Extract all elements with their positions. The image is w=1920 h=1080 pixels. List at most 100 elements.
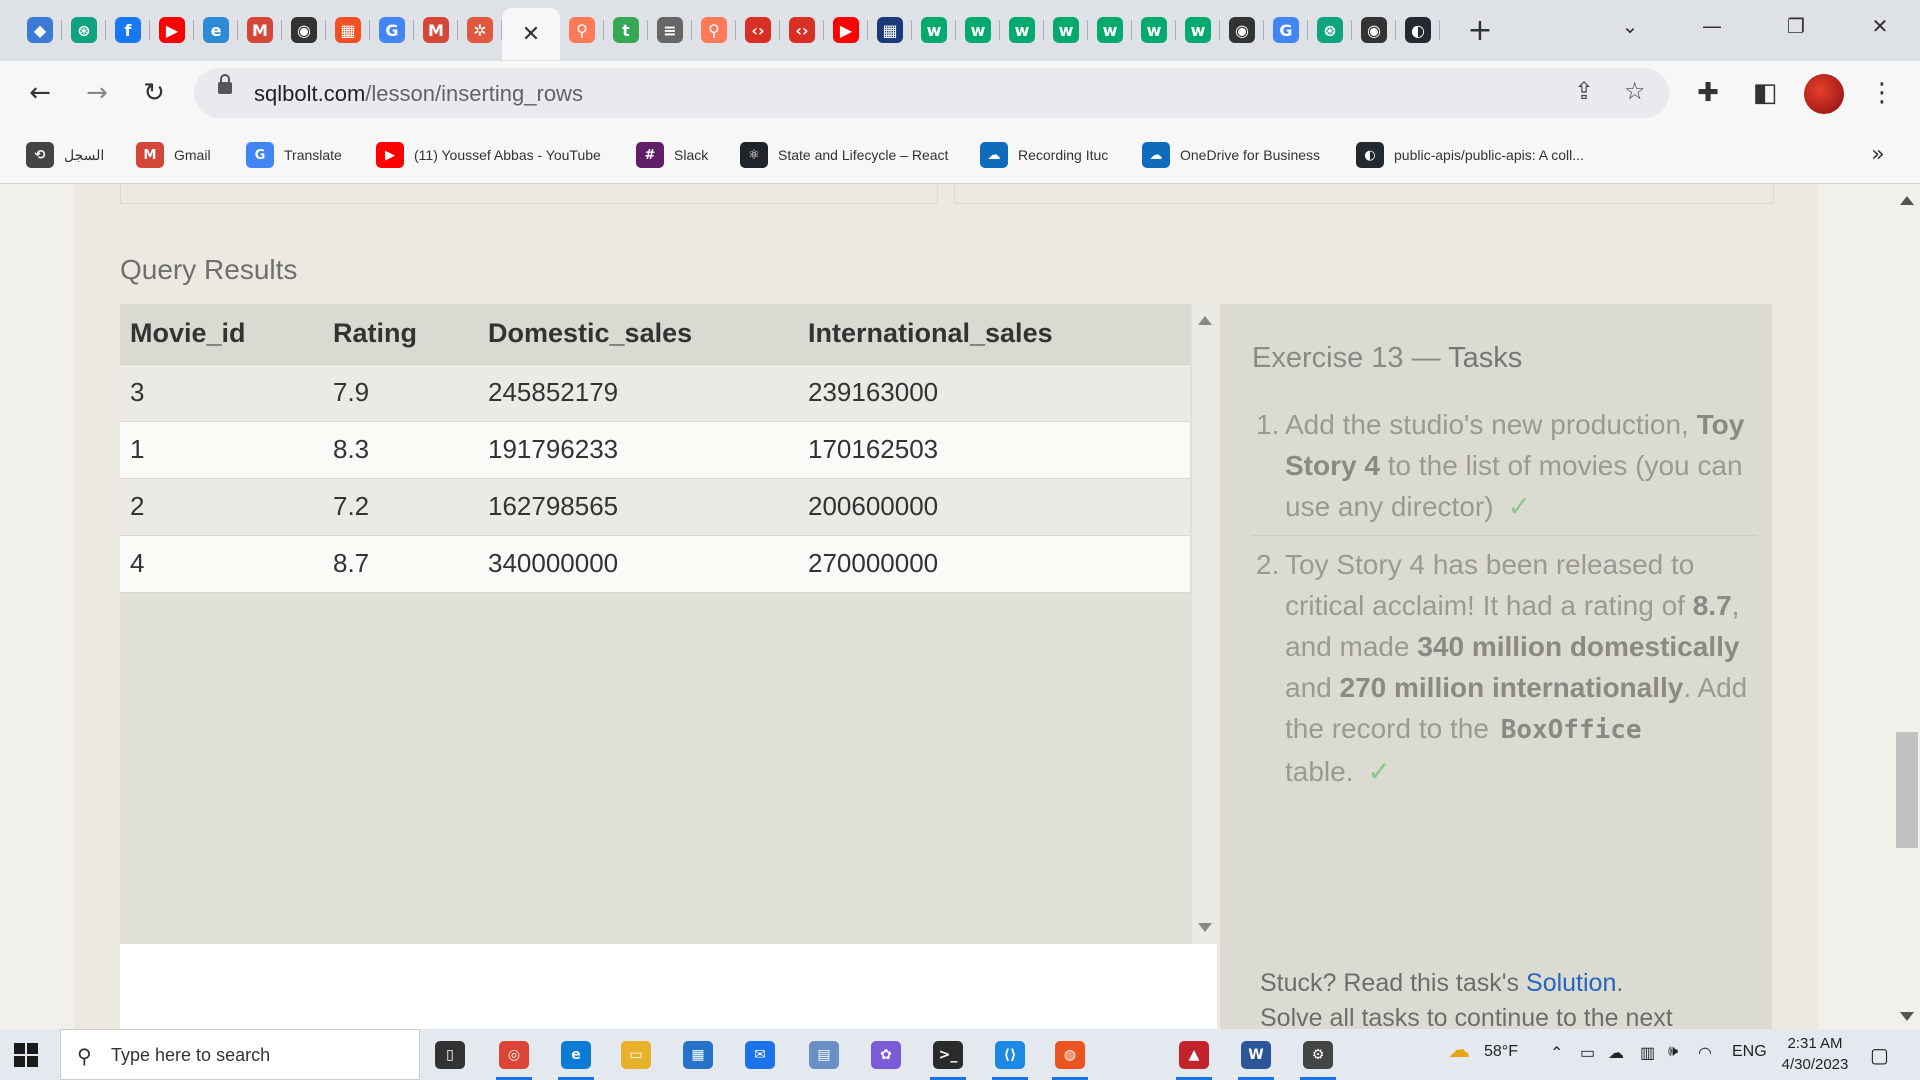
tab[interactable]: w: [1088, 8, 1132, 52]
tab[interactable]: w: [1132, 8, 1176, 52]
tab[interactable]: w: [1000, 8, 1044, 52]
word-icon: W: [1241, 1041, 1271, 1069]
bookmark-item[interactable]: ◐ public-apis/public-apis: A coll...: [1356, 140, 1584, 170]
tab[interactable]: M: [238, 8, 282, 52]
tab[interactable]: w: [1176, 8, 1220, 52]
new-tab-button[interactable]: +: [1460, 10, 1500, 50]
tab[interactable]: M: [414, 8, 458, 52]
taskbar-app[interactable]: ⟨⟩: [988, 1035, 1032, 1080]
tab[interactable]: ◉: [1220, 8, 1264, 52]
forward-button[interactable]: →: [77, 73, 117, 113]
page-scroll-down-icon[interactable]: [1900, 1012, 1914, 1021]
bookmark-item[interactable]: # Slack: [636, 140, 708, 170]
taskbar-app[interactable]: ▦: [676, 1035, 720, 1075]
windows-taskbar: ⚲ Type here to search ☁ 58°F ⌃ ▭ ☁ ▥ 🕪 ◠…: [0, 1029, 1920, 1080]
tab[interactable]: G: [1264, 8, 1308, 52]
tab[interactable]: G: [370, 8, 414, 52]
edge-icon: e: [561, 1041, 591, 1069]
share-icon[interactable]: ⇪: [1574, 77, 1594, 105]
page-scroll-thumb[interactable]: [1896, 732, 1918, 848]
tab[interactable]: e: [194, 8, 238, 52]
tab-search-chevron-icon[interactable]: ⌄: [1590, 0, 1670, 52]
bookmark-item[interactable]: ☁ OneDrive for Business: [1142, 140, 1320, 170]
page-scrollbar[interactable]: [1894, 184, 1920, 1029]
bookmark-item[interactable]: ⟲ السجل: [26, 140, 104, 170]
tab[interactable]: ▦: [868, 8, 912, 52]
profile-avatar[interactable]: [1804, 74, 1844, 114]
close-tab-icon[interactable]: ✕: [518, 21, 544, 47]
tab[interactable]: ≡: [648, 8, 692, 52]
taskbar-app[interactable]: ◎: [492, 1035, 536, 1080]
tab[interactable]: ▦: [326, 8, 370, 52]
notifications-icon[interactable]: ▢: [1870, 1043, 1889, 1068]
tab[interactable]: w: [912, 8, 956, 52]
reload-button[interactable]: ↻: [134, 73, 174, 113]
tab[interactable]: ⚲: [692, 8, 736, 52]
minimize-button[interactable]: —: [1672, 0, 1752, 52]
tab[interactable]: ⚲: [560, 8, 604, 52]
volume-icon[interactable]: 🕪: [1668, 1043, 1678, 1061]
tab[interactable]: ◉: [1352, 8, 1396, 52]
tab[interactable]: f: [106, 8, 150, 52]
active-tab[interactable]: ✕: [502, 8, 560, 60]
bookmark-item[interactable]: ☁ Recording Ituc: [980, 140, 1108, 170]
extensions-puzzle-icon[interactable]: ✚: [1688, 73, 1728, 113]
close-window-button[interactable]: ✕: [1840, 0, 1920, 52]
tab[interactable]: ‹›: [780, 8, 824, 52]
back-button[interactable]: ←: [20, 73, 60, 113]
tab[interactable]: w: [1044, 8, 1088, 52]
taskbar-app[interactable]: ◍: [1048, 1035, 1092, 1080]
tab[interactable]: ‹›: [736, 8, 780, 52]
solution-link[interactable]: Solution: [1526, 969, 1616, 997]
tab[interactable]: ◆: [18, 8, 62, 52]
tab[interactable]: ◉: [282, 8, 326, 52]
onedrive-tray-icon[interactable]: ☁: [1608, 1043, 1624, 1063]
address-bar[interactable]: sqlbolt.com/lesson/inserting_rows ⇪ ☆: [194, 68, 1669, 118]
taskbar-app[interactable]: W: [1234, 1035, 1278, 1080]
page-scroll-up-icon[interactable]: [1900, 196, 1914, 205]
taskbar-search-box[interactable]: ⚲ Type here to search: [60, 1029, 420, 1080]
taskbar-app[interactable]: ✉: [738, 1035, 782, 1075]
bookmark-item[interactable]: ▶ (11) Youssef Abbas - YouTube: [376, 140, 601, 170]
url-text[interactable]: sqlbolt.com/lesson/inserting_rows: [254, 81, 583, 107]
tab[interactable]: ⊛: [1308, 8, 1352, 52]
results-scrollbar[interactable]: [1192, 304, 1217, 944]
bookmark-item[interactable]: ⚛ State and Lifecycle – React: [740, 140, 948, 170]
battery-icon[interactable]: ▭: [1580, 1043, 1595, 1063]
tab[interactable]: ▶: [824, 8, 868, 52]
scroll-up-arrow-icon[interactable]: [1198, 316, 1212, 325]
bookmark-star-icon[interactable]: ☆: [1624, 77, 1646, 105]
taskbar-app[interactable]: ▤: [802, 1035, 846, 1075]
weather-icon[interactable]: ☁: [1448, 1037, 1470, 1063]
scroll-down-arrow-icon[interactable]: [1198, 923, 1212, 932]
bookmarks-overflow-button[interactable]: »: [1858, 134, 1898, 174]
wifi-icon[interactable]: ◠: [1698, 1043, 1712, 1063]
restore-button[interactable]: ❐: [1756, 0, 1836, 52]
tab[interactable]: ⊛: [62, 8, 106, 52]
task-text: and: [1285, 672, 1340, 703]
taskbar-app[interactable]: >_: [926, 1035, 970, 1080]
tab[interactable]: ◐: [1396, 8, 1440, 52]
taskbar-app[interactable]: ▭: [614, 1035, 658, 1075]
taskbar-app[interactable]: e: [554, 1035, 598, 1080]
taskbar-app[interactable]: ⚙: [1296, 1035, 1340, 1080]
start-windows-icon[interactable]: [14, 1043, 38, 1067]
show-hidden-icons-chevron-icon[interactable]: ⌃: [1550, 1043, 1563, 1063]
bookmark-item[interactable]: M Gmail: [136, 140, 211, 170]
tab[interactable]: ✲: [458, 8, 502, 52]
tab[interactable]: ▶: [150, 8, 194, 52]
github-icon: ◐: [1356, 142, 1384, 168]
taskbar-clock[interactable]: 2:31 AM 4/30/2023: [1770, 1033, 1860, 1075]
taskbar-app[interactable]: ✿: [864, 1035, 908, 1075]
weather-temp[interactable]: 58°F: [1484, 1043, 1518, 1061]
side-panel-icon[interactable]: ◧: [1745, 73, 1785, 113]
language-indicator[interactable]: ENG: [1732, 1043, 1767, 1061]
tab[interactable]: w: [956, 8, 1000, 52]
tab[interactable]: t: [604, 8, 648, 52]
browser-menu-icon[interactable]: ⋮: [1862, 73, 1902, 113]
network-tray-icon[interactable]: ▥: [1640, 1043, 1655, 1063]
clock-time: 2:31 AM: [1787, 1035, 1843, 1052]
taskbar-app[interactable]: ▲: [1172, 1035, 1216, 1080]
taskbar-app[interactable]: ▯: [428, 1035, 472, 1075]
bookmark-item[interactable]: G Translate: [246, 140, 342, 170]
